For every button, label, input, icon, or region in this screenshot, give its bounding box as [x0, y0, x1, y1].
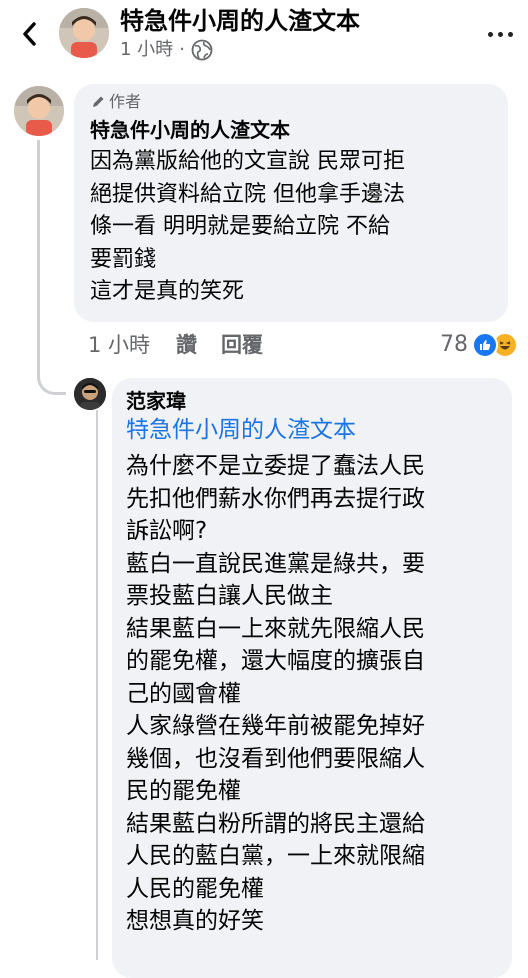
comment-actions: 1 小時 讚 回覆	[88, 330, 287, 360]
reaction-count: 78	[440, 332, 468, 357]
chevron-left-icon	[23, 22, 36, 46]
reply-line: 己的國會權	[126, 680, 241, 707]
reply-line: 人民的藍白黨，一上來就限縮	[126, 843, 425, 869]
reply-thread-line	[96, 410, 98, 960]
reply-line: 訴訟啊?	[126, 518, 208, 544]
more-horizontal-icon	[485, 22, 515, 41]
post-time[interactable]: 1 小時	[120, 38, 173, 62]
more-options-button[interactable]	[482, 16, 518, 46]
author-badge: 作者	[90, 92, 141, 112]
meta-separator: ·	[179, 39, 185, 60]
comment-author-name[interactable]: 特急件小周的人渣文本	[90, 116, 290, 144]
page-title[interactable]: 特急件小周的人渣文本	[120, 6, 360, 36]
comment-line: 這才是真的笑死	[90, 279, 245, 304]
comment-line: 要罰錢	[90, 246, 157, 272]
reply-line: 民的罷免權	[126, 778, 241, 804]
reply-line: 結果藍白粉所謂的將民主還給	[126, 810, 425, 837]
comment-line: 條一看 明明就是要給立院 不給	[90, 214, 390, 239]
reply-line: 結果藍白一上來就先限縮人民	[126, 615, 425, 642]
post-meta: 1 小時 ·	[120, 38, 213, 62]
like-icon	[472, 332, 498, 358]
reply-line: 票投藍白讓人民做主	[126, 583, 333, 609]
reply-line: 想想真的好笑	[126, 908, 264, 934]
reply-line: 為什麼不是立委提了蠢法人民	[126, 453, 425, 479]
reply-author-avatar[interactable]	[74, 378, 106, 410]
pencil-icon	[93, 96, 104, 107]
back-button[interactable]	[14, 14, 44, 54]
mention-link[interactable]: 特急件小周的人渣文本	[126, 414, 356, 446]
reply-author-name[interactable]: 范家瑋	[126, 387, 186, 415]
comment-line: 絕提供資料給立院 但他拿手邊法	[90, 181, 405, 207]
page-avatar[interactable]	[59, 8, 109, 58]
reply-button[interactable]: 回覆	[221, 330, 263, 360]
reply-line: 人家綠營在幾年前被罷免掉好	[126, 713, 425, 739]
author-badge-label: 作者	[109, 92, 142, 111]
reply-line: 藍白一直說民進黨是綠共，要	[126, 550, 425, 577]
comment-author-avatar[interactable]	[14, 86, 64, 136]
comment-line: 因為黨版給他的文宣說 民眾可拒	[90, 149, 405, 174]
reply-line: 人民的罷免權	[126, 875, 264, 902]
comment-text: 因為黨版給他的文宣說 民眾可拒 絕提供資料給立院 但他拿手邊法 條一看 明明就是…	[90, 146, 405, 309]
globe-icon	[191, 39, 213, 61]
reply-line: 幾個，也沒看到他們要限縮人	[126, 745, 425, 772]
reaction-summary[interactable]: 78	[440, 330, 518, 360]
thread-line	[37, 140, 40, 380]
reply-text: 為什麼不是立委提了蠢法人民 先扣他們薪水你們再去提行政 訴訟啊? 藍白一直說民進…	[126, 450, 425, 938]
reply-line: 的罷免權，還大幅度的擴張自	[126, 648, 425, 674]
thread-connector	[37, 366, 66, 395]
reply-line: 先扣他們薪水你們再去提行政	[126, 485, 425, 512]
like-button[interactable]: 讚	[176, 330, 197, 360]
comment-time[interactable]: 1 小時	[88, 330, 150, 360]
